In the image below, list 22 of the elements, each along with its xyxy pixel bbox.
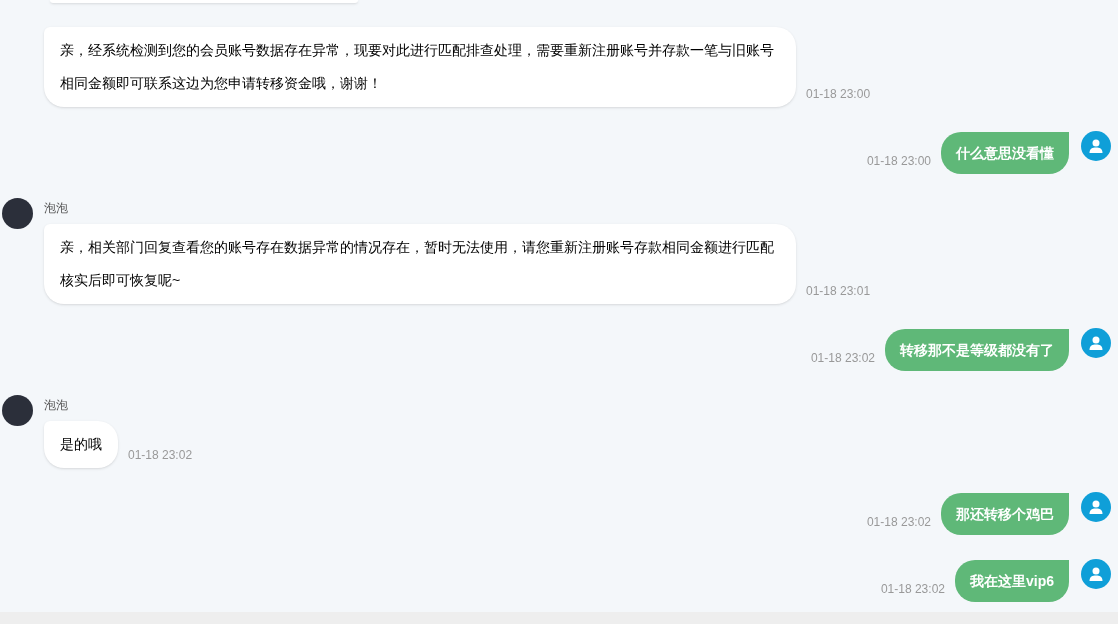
- message-bubble: 什么意思没看懂: [941, 132, 1069, 174]
- message-bubble: 转移那不是等级都没有了: [885, 329, 1069, 371]
- avatar-photo: [2, 198, 33, 229]
- message-time: 01-18 23:00: [866, 153, 931, 170]
- message-bubble: 是的哦: [44, 421, 118, 468]
- user-avatar-icon: [1081, 492, 1111, 522]
- avatar-photo: [2, 395, 33, 426]
- user-avatar-icon: [1081, 559, 1111, 589]
- user-avatar-icon: [1081, 328, 1111, 358]
- sender-name: 泡泡: [44, 200, 69, 216]
- message-time: 01-18 23:02: [810, 350, 875, 367]
- message-bubble: 亲，经系统检测到您的会员账号数据存在异常，现要对此进行匹配排查处理，需要重新注册账号并存款一笔与旧账号相同金额即可联系这边为您申请转移资金哦，谢谢！: [44, 27, 796, 107]
- message-time: 01-18 23:02: [866, 514, 931, 531]
- message-time: 01-18 23:02: [880, 581, 945, 598]
- message-bubble: 我在这里vip6: [955, 560, 1069, 602]
- sender-name: 泡泡: [44, 397, 69, 413]
- message-bubble: 亲，相关部门回复查看您的账号存在数据异常的情况存在，暂时无法使用，请您重新注册账号存款相同金额进行匹配核实后即可恢复呢~: [44, 224, 796, 304]
- message-bubble: 那还转移个鸡巴: [941, 493, 1069, 535]
- message-time: 01-18 23:02: [128, 447, 193, 464]
- message-time: 01-18 23:01: [806, 283, 871, 300]
- user-avatar-icon: [1081, 131, 1111, 161]
- message-time: 01-18 23:00: [806, 86, 871, 103]
